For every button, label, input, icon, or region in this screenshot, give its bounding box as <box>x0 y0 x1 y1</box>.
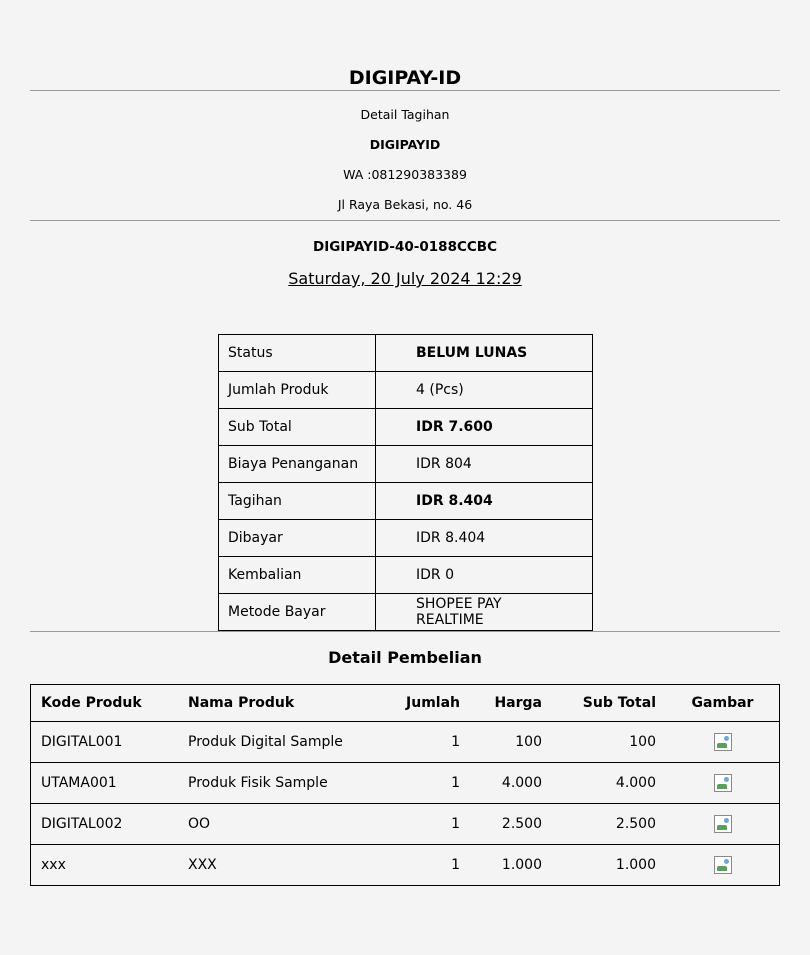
summary-row: Status BELUM LUNAS <box>218 334 593 372</box>
table-row: UTAMA001 Produk Fisik Sample 1 4.000 4.000 <box>30 763 780 804</box>
product-qty: 1 <box>451 816 460 832</box>
divider <box>30 220 780 221</box>
summary-table: Status BELUM LUNAS Jumlah Produk 4 (Pcs) Sub… <box>218 334 593 631</box>
purchase-table: Kode Produk Nama Produk Jumlah Harga Sub… <box>30 684 780 886</box>
summary-row: Kembalian IDR 0 <box>218 556 593 594</box>
summary-label: Dibayar <box>218 519 376 557</box>
product-name: Produk Digital Sample <box>188 734 343 750</box>
summary-value: SHOPEE PAY REALTIME <box>375 593 593 631</box>
product-image-cell <box>666 722 780 763</box>
product-price: 4.000 <box>501 775 542 791</box>
invoice-caption: Detail Tagihan <box>360 107 450 122</box>
summary-label: Jumlah Produk <box>218 371 376 409</box>
product-name: XXX <box>188 857 217 873</box>
summary-row: Jumlah Produk 4 (Pcs) <box>218 371 593 409</box>
summary-label: Kembalian <box>218 556 376 594</box>
product-image-cell <box>666 804 780 845</box>
summary-value: 4 (Pcs) <box>375 371 593 409</box>
summary-value: IDR 804 <box>375 445 593 483</box>
invoice-id: DIGIPAYID-40-0188CCBC <box>313 239 497 255</box>
summary-label: Sub Total <box>218 408 376 446</box>
product-image-cell <box>666 763 780 804</box>
column-header-price: Harga <box>494 695 542 711</box>
product-subtotal: 100 <box>629 734 656 750</box>
merchant-info: Detail Tagihan DIGIPAYID WA :08129038338… <box>30 100 780 220</box>
divider <box>30 631 780 632</box>
product-price: 100 <box>515 734 542 750</box>
product-name: OO <box>188 816 211 832</box>
product-code: UTAMA001 <box>41 775 117 791</box>
table-row: DIGITAL001 Produk Digital Sample 1 100 100 <box>30 722 780 763</box>
product-subtotal: 2.500 <box>615 816 656 832</box>
summary-value: IDR 8.404 <box>375 519 593 557</box>
product-name: Produk Fisik Sample <box>188 775 328 791</box>
summary-label: Status <box>218 334 376 372</box>
broken-image-icon <box>713 856 732 874</box>
invoice-page: DIGIPAY-ID Detail Tagihan DIGIPAYID WA :… <box>30 0 780 886</box>
summary-label: Metode Bayar <box>218 593 376 631</box>
product-subtotal: 4.000 <box>615 775 656 791</box>
product-price: 2.500 <box>501 816 542 832</box>
broken-image-icon <box>713 774 732 792</box>
summary-row: Biaya Penanganan IDR 804 <box>218 445 593 483</box>
summary-value: BELUM LUNAS <box>375 334 593 372</box>
purchase-section-title: Detail Pembelian <box>328 648 482 667</box>
summary-label: Tagihan <box>218 482 376 520</box>
column-header-qty: Jumlah <box>406 695 460 711</box>
merchant-whatsapp: WA :081290383389 <box>343 167 467 182</box>
broken-image-icon <box>713 815 732 833</box>
summary-value: IDR 0 <box>375 556 593 594</box>
column-header-name: Nama Produk <box>188 695 295 711</box>
product-qty: 1 <box>451 775 460 791</box>
product-price: 1.000 <box>501 857 542 873</box>
product-qty: 1 <box>451 857 460 873</box>
summary-value: IDR 8.404 <box>375 482 593 520</box>
product-code: DIGITAL001 <box>41 734 123 750</box>
merchant-address: Jl Raya Bekasi, no. 46 <box>337 197 473 212</box>
table-row: DIGITAL002 OO 1 2.500 2.500 <box>30 804 780 845</box>
broken-image-icon <box>713 733 732 751</box>
product-image-cell <box>666 845 780 886</box>
brand-title: DIGIPAY-ID <box>348 67 462 89</box>
summary-row: Metode Bayar SHOPEE PAY REALTIME <box>218 593 593 631</box>
column-header-subtotal: Sub Total <box>582 695 656 711</box>
table-header-row: Kode Produk Nama Produk Jumlah Harga Sub… <box>30 685 780 722</box>
summary-value: IDR 7.600 <box>375 408 593 446</box>
product-qty: 1 <box>451 734 460 750</box>
product-code: xxx <box>41 857 66 873</box>
invoice-date: Saturday, 20 July 2024 12:29 <box>30 269 780 289</box>
column-header-code: Kode Produk <box>41 695 142 711</box>
summary-row: Sub Total IDR 7.600 <box>218 408 593 446</box>
product-subtotal: 1.000 <box>615 857 656 873</box>
divider <box>30 90 780 91</box>
merchant-name: DIGIPAYID <box>369 137 441 152</box>
summary-row: Tagihan IDR 8.404 <box>218 482 593 520</box>
product-code: DIGITAL002 <box>41 816 123 832</box>
summary-row: Dibayar IDR 8.404 <box>218 519 593 557</box>
summary-label: Biaya Penanganan <box>218 445 376 483</box>
column-header-image: Gambar <box>691 695 754 711</box>
table-row: xxx XXX 1 1.000 1.000 <box>30 845 780 886</box>
invoice-date-text: Saturday, 20 July 2024 12:29 <box>288 269 522 288</box>
